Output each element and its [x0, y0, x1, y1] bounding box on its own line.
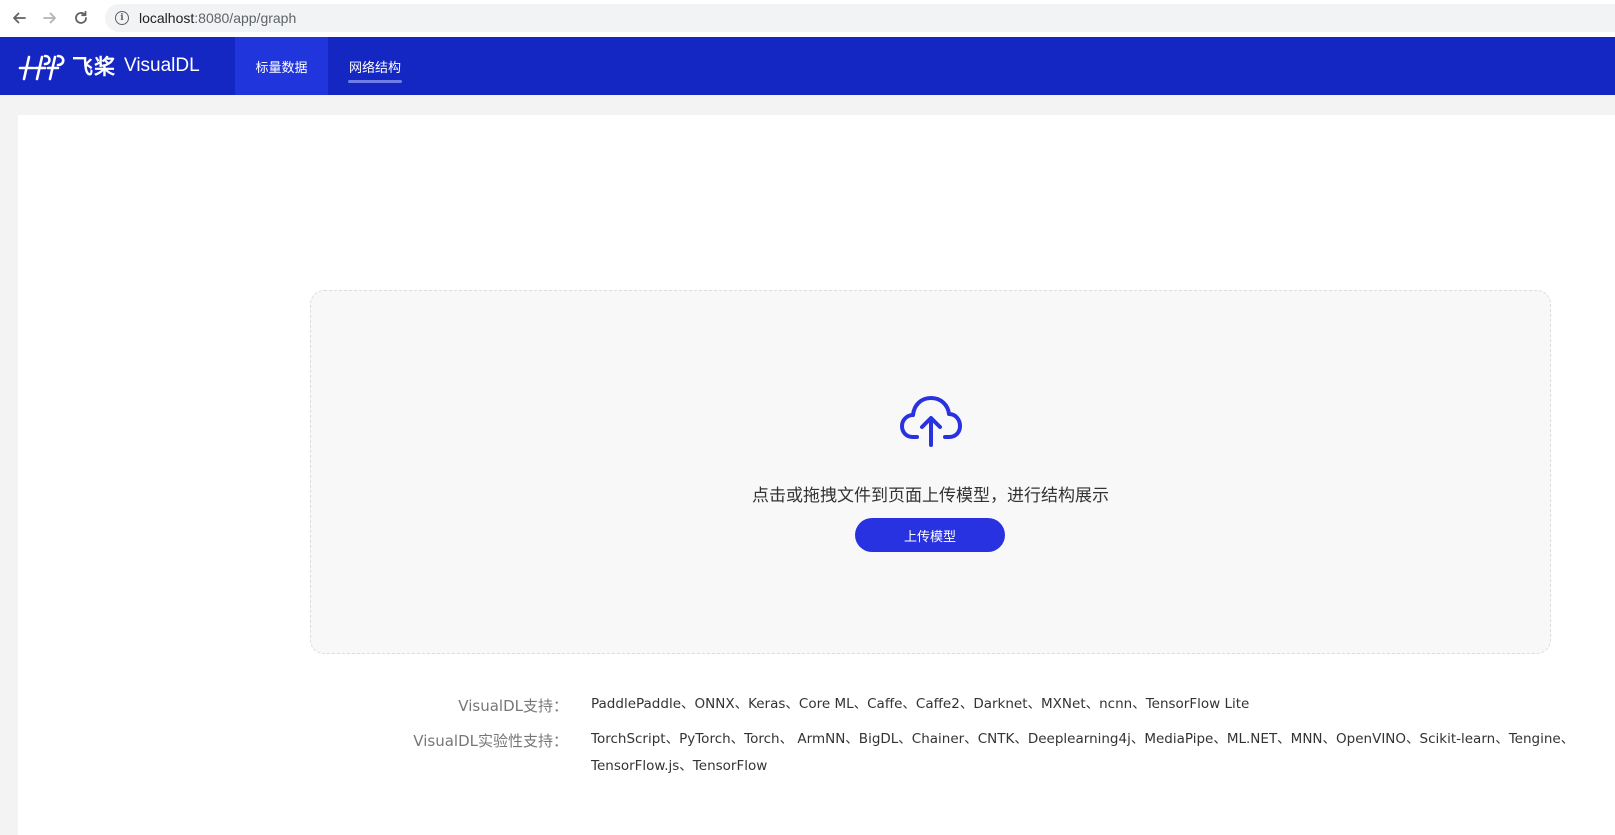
arrow-left-icon [13, 12, 26, 24]
logo-text: VisualDL [124, 55, 200, 76]
upload-button-label: 上传模型 [903, 529, 956, 545]
url-host: localhost [139, 10, 195, 26]
reload-button[interactable] [70, 7, 92, 29]
tab-network-structure[interactable]: 网络结构 [328, 37, 422, 95]
app-header: 飞桨 VisualDL 标量数据 网络结构 [0, 37, 1615, 95]
tab-scalar-data[interactable]: 标量数据 [235, 37, 328, 95]
back-button[interactable] [8, 7, 30, 29]
experimental-formats-list-line2: TensorFlow.js、TensorFlow [591, 758, 768, 774]
main-content: 点击或拖拽文件到页面上传模型，进行结构展示 上传模型 VisualDL支持： P… [18, 115, 1615, 835]
tab-label: 标量数据 [255, 59, 308, 75]
active-tab-indicator [348, 80, 402, 83]
supported-formats-label: VisualDL支持： [458, 697, 568, 715]
upload-model-button[interactable]: 上传模型 [855, 518, 1005, 552]
paddle-logo-icon [18, 54, 65, 81]
arrow-right-icon [43, 12, 56, 24]
experimental-formats-list-line1: TorchScript、PyTorch、Torch、 ArmNN、BigDL、C… [591, 731, 1575, 747]
address-bar[interactable]: i localhost:8080/app/graph [105, 4, 1615, 32]
url-path: :8080/app/graph [194, 10, 297, 26]
logo[interactable]: 飞桨 VisualDL [18, 51, 200, 81]
info-icon[interactable]: i [115, 11, 129, 25]
reload-icon [75, 10, 87, 24]
tab-label: 网络结构 [348, 59, 401, 75]
cloud-upload-icon [900, 396, 962, 447]
browser-toolbar: i localhost:8080/app/graph [0, 0, 1615, 37]
logo-cn-text: 飞桨 [72, 55, 116, 79]
forward-button[interactable] [39, 7, 61, 29]
supported-formats-list: PaddlePaddle、ONNX、Keras、Core ML、Caffe、Ca… [591, 696, 1250, 712]
upload-dropzone[interactable]: 点击或拖拽文件到页面上传模型，进行结构展示 上传模型 [310, 290, 1551, 654]
url-text[interactable]: localhost:8080/app/graph [139, 10, 296, 26]
upload-hint-text: 点击或拖拽文件到页面上传模型，进行结构展示 [752, 486, 1109, 506]
experimental-formats-label: VisualDL实验性支持： [413, 732, 568, 750]
